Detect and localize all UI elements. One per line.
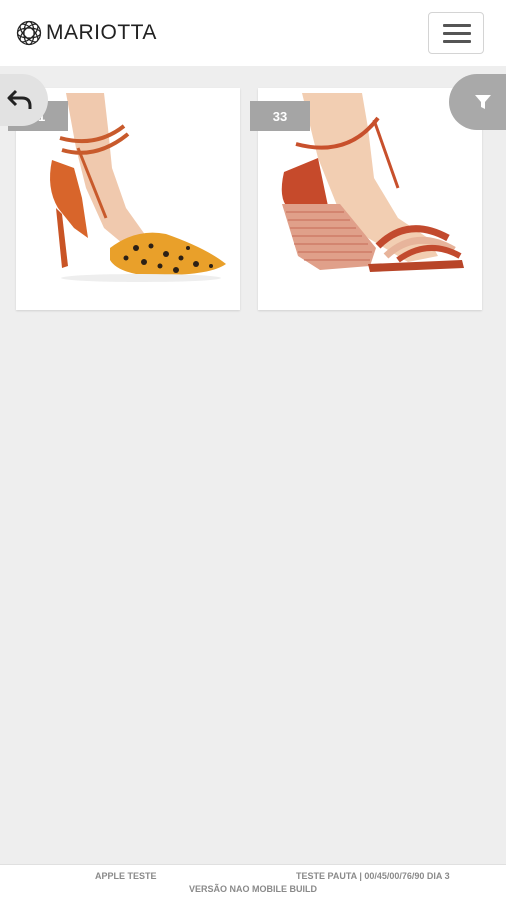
product-card[interactable]: 33 — [250, 88, 482, 310]
product-badge: 33 — [250, 101, 310, 131]
hamburger-icon — [443, 24, 471, 27]
filter-button[interactable] — [449, 74, 506, 130]
filter-icon — [475, 95, 491, 109]
product-card[interactable]: 31 — [8, 88, 240, 310]
app-header: MARIOTTA — [0, 0, 506, 66]
logo-mark-icon — [16, 20, 42, 46]
menu-button[interactable] — [428, 12, 484, 54]
hamburger-icon-bar — [443, 40, 471, 43]
hamburger-icon-bar — [443, 32, 471, 35]
footer-right-text: TESTE PAUTA | 00/45/00/76/90 DIA 3 — [296, 871, 450, 881]
footer-version-text: VERSÃO NAO MOBILE BUILD — [188, 884, 317, 894]
brand-name: MARIOTTA — [46, 21, 157, 44]
back-arrow-icon — [7, 89, 32, 109]
brand-logo[interactable]: MARIOTTA — [16, 20, 157, 46]
app-footer: APPLE TESTE TESTE PAUTA | 00/45/00/76/90… — [0, 864, 506, 900]
footer-left-text: APPLE TESTE — [95, 871, 157, 881]
